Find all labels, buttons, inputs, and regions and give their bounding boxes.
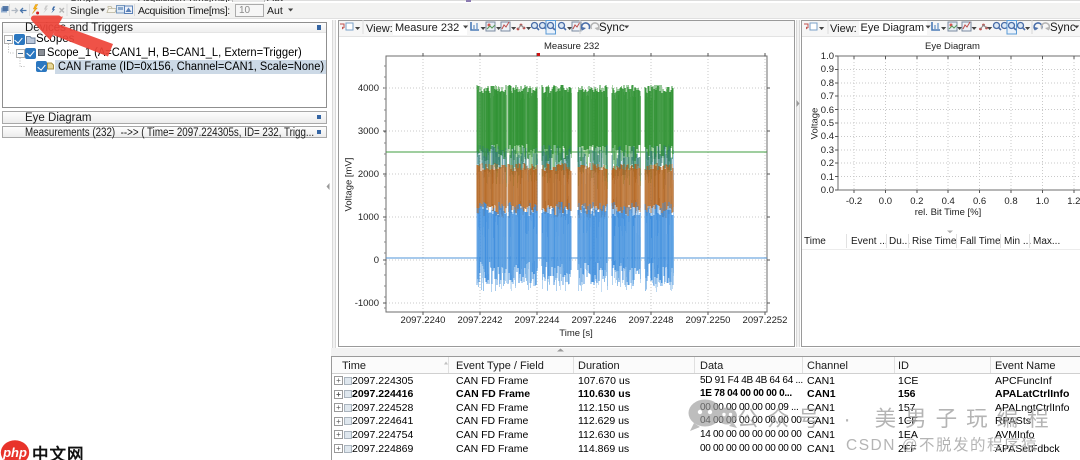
svg-text:php: php [2, 445, 27, 460]
